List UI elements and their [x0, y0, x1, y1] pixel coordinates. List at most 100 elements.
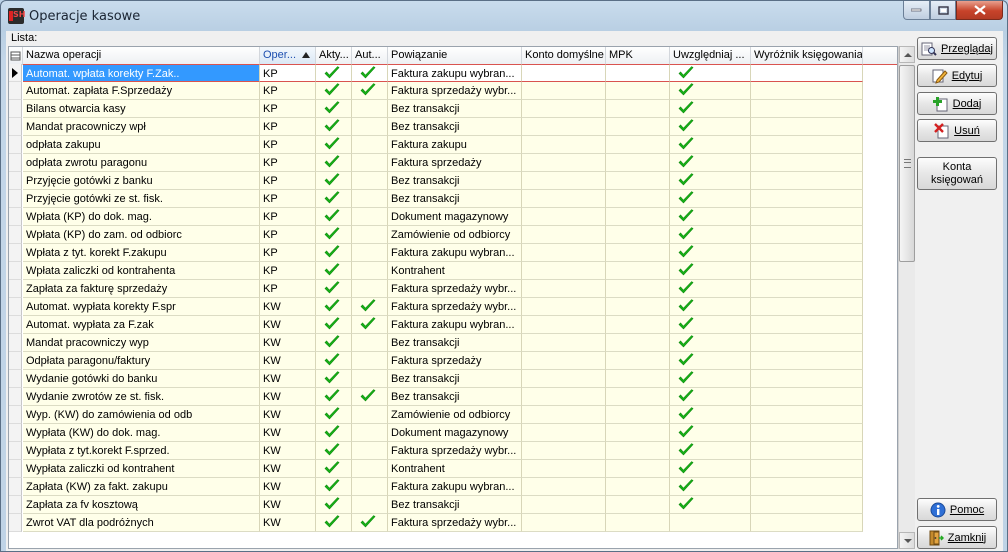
cell-auto[interactable] — [352, 100, 388, 118]
edit-button[interactable]: Edytuj — [917, 64, 997, 87]
cell-auto[interactable] — [352, 118, 388, 136]
cell-auto[interactable] — [352, 442, 388, 460]
cell-uwzgledniaj[interactable] — [670, 316, 751, 334]
cell-name[interactable]: Wydanie gotówki do banku — [23, 370, 260, 388]
row-indicator[interactable] — [9, 298, 22, 316]
table-row[interactable]: Mandat pracowniczy wyp KW Bez transakcji — [9, 334, 897, 352]
cell-wyroznik[interactable] — [751, 262, 863, 280]
row-indicator[interactable] — [9, 370, 22, 388]
cell-oper[interactable]: KP — [260, 226, 316, 244]
cell-name[interactable]: odpłata zakupu — [23, 136, 260, 154]
cell-konto[interactable] — [522, 316, 606, 334]
table-row[interactable]: Zapłata za fakturę sprzedaży KP Faktura sp… — [9, 280, 897, 298]
cell-konto[interactable] — [522, 424, 606, 442]
cell-powiazanie[interactable]: Dokument magazynowy — [388, 208, 522, 226]
row-indicator[interactable] — [9, 82, 22, 100]
cell-wyroznik[interactable] — [751, 64, 863, 82]
cell-oper[interactable]: KW — [260, 370, 316, 388]
cell-uwzgledniaj[interactable] — [670, 226, 751, 244]
row-indicator[interactable] — [9, 406, 22, 424]
row-indicator[interactable] — [9, 244, 22, 262]
cell-name[interactable]: Automat. wypłata korekty F.spr — [23, 298, 260, 316]
cell-uwzgledniaj[interactable] — [670, 442, 751, 460]
row-indicator[interactable] — [9, 496, 22, 514]
table-row[interactable]: odpłata zwrotu paragonu KP Faktura sprzeda… — [9, 154, 897, 172]
cell-name[interactable]: Mandat pracowniczy wyp — [23, 334, 260, 352]
row-indicator[interactable] — [9, 514, 22, 532]
cell-konto[interactable] — [522, 442, 606, 460]
cell-mpk[interactable] — [606, 514, 670, 532]
column-header-mpk[interactable]: MPK — [606, 47, 670, 64]
cell-wyroznik[interactable] — [751, 514, 863, 532]
cell-mpk[interactable] — [606, 388, 670, 406]
cell-powiazanie[interactable]: Zamówienie od odbiorcy — [388, 406, 522, 424]
help-button[interactable]: Pomoc — [917, 498, 997, 521]
cell-uwzgledniaj[interactable] — [670, 388, 751, 406]
cell-mpk[interactable] — [606, 136, 670, 154]
cell-mpk[interactable] — [606, 82, 670, 100]
table-row[interactable]: odpłata zakupu KP Faktura zakupu — [9, 136, 897, 154]
table-row[interactable]: Zapłata (KW) za fakt. zakupu KW Faktura za… — [9, 478, 897, 496]
column-header-auto[interactable]: Aut... — [352, 47, 388, 64]
cell-konto[interactable] — [522, 280, 606, 298]
cell-wyroznik[interactable] — [751, 442, 863, 460]
cell-name[interactable]: Przyjęcie gotówki ze st. fisk. — [23, 190, 260, 208]
table-row[interactable]: Wpłata zaliczki od kontrahenta KP Kontrahe… — [9, 262, 897, 280]
cell-mpk[interactable] — [606, 478, 670, 496]
table-row[interactable]: Odpłata paragonu/faktury KW Faktura sprzed… — [9, 352, 897, 370]
cell-konto[interactable] — [522, 190, 606, 208]
add-button[interactable]: Dodaj — [917, 92, 997, 115]
cell-aktywna[interactable] — [316, 514, 352, 532]
cell-oper[interactable]: KP — [260, 154, 316, 172]
cell-auto[interactable] — [352, 154, 388, 172]
cell-aktywna[interactable] — [316, 370, 352, 388]
cell-uwzgledniaj[interactable] — [670, 334, 751, 352]
cell-mpk[interactable] — [606, 118, 670, 136]
cell-konto[interactable] — [522, 208, 606, 226]
cell-name[interactable]: Bilans otwarcia kasy — [23, 100, 260, 118]
table-row[interactable]: Przyjęcie gotówki z banku KP Bez transakcj… — [9, 172, 897, 190]
cell-wyroznik[interactable] — [751, 370, 863, 388]
cell-auto[interactable] — [352, 172, 388, 190]
row-indicator[interactable] — [9, 64, 22, 82]
cell-oper[interactable]: KW — [260, 388, 316, 406]
cell-powiazanie[interactable]: Kontrahent — [388, 262, 522, 280]
cell-wyroznik[interactable] — [751, 100, 863, 118]
cell-aktywna[interactable] — [316, 280, 352, 298]
cell-oper[interactable]: KP — [260, 118, 316, 136]
cell-name[interactable]: Mandat pracowniczy wpł — [23, 118, 260, 136]
cell-powiazanie[interactable]: Faktura sprzedaży wybr... — [388, 280, 522, 298]
cell-aktywna[interactable] — [316, 460, 352, 478]
cell-uwzgledniaj[interactable] — [670, 172, 751, 190]
cell-konto[interactable] — [522, 352, 606, 370]
cell-powiazanie[interactable]: Faktura sprzedaży wybr... — [388, 298, 522, 316]
cell-oper[interactable]: KP — [260, 208, 316, 226]
table-row[interactable]: Wypłata zaliczki od kontrahent KW Kontrahe… — [9, 460, 897, 478]
cell-auto[interactable] — [352, 406, 388, 424]
cell-mpk[interactable] — [606, 352, 670, 370]
cell-aktywna[interactable] — [316, 64, 352, 82]
row-indicator[interactable] — [9, 334, 22, 352]
cell-wyroznik[interactable] — [751, 478, 863, 496]
row-indicator[interactable] — [9, 424, 22, 442]
row-indicator[interactable] — [9, 226, 22, 244]
row-indicator[interactable] — [9, 280, 22, 298]
table-row[interactable]: Wydanie zwrotów ze st. fisk. KW Bez transa… — [9, 388, 897, 406]
cell-powiazanie[interactable]: Faktura sprzedaży — [388, 154, 522, 172]
row-indicator[interactable] — [9, 388, 22, 406]
cell-oper[interactable]: KW — [260, 352, 316, 370]
cell-auto[interactable] — [352, 262, 388, 280]
cell-oper[interactable]: KP — [260, 64, 316, 82]
cell-wyroznik[interactable] — [751, 190, 863, 208]
cell-mpk[interactable] — [606, 226, 670, 244]
cell-uwzgledniaj[interactable] — [670, 262, 751, 280]
cell-name[interactable]: Zapłata za fakturę sprzedaży — [23, 280, 260, 298]
cell-auto[interactable] — [352, 190, 388, 208]
cell-auto[interactable] — [352, 334, 388, 352]
cell-auto[interactable] — [352, 298, 388, 316]
header-corner[interactable] — [9, 47, 23, 64]
cell-name[interactable]: Wyp. (KW) do zamówienia od odb — [23, 406, 260, 424]
table-row[interactable]: Automat. wypłata za F.zak KW Faktura zakup… — [9, 316, 897, 334]
table-row[interactable]: Bilans otwarcia kasy KP Bez transakcji — [9, 100, 897, 118]
cell-aktywna[interactable] — [316, 136, 352, 154]
